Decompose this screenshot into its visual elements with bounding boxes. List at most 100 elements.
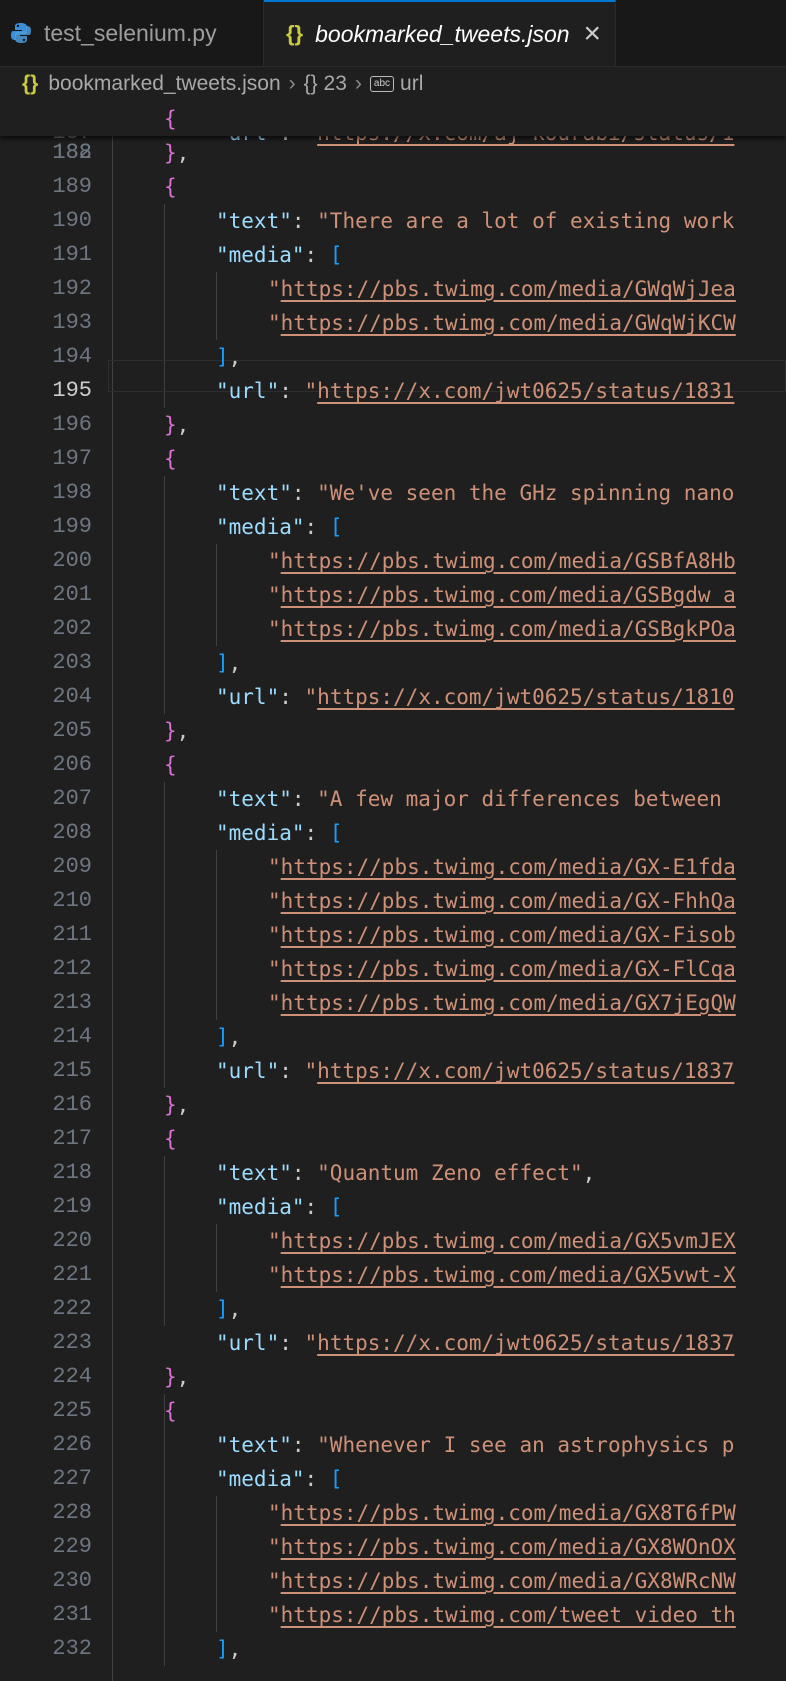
code-line[interactable]: 215 "url": "https://x.com/jwt0625/status/…: [0, 1054, 786, 1088]
close-icon[interactable]: ×: [584, 17, 602, 51]
code-line[interactable]: 222],: [0, 1292, 786, 1326]
code-line[interactable]: 207 "text": "A few major differences betw…: [0, 782, 786, 816]
line-number: 201: [52, 582, 92, 607]
line-number: 194: [52, 344, 92, 369]
code-text: {: [164, 447, 177, 471]
code-line[interactable]: 205},: [0, 714, 786, 748]
line-number: 211: [52, 922, 92, 947]
code-line[interactable]: 219 "media": [: [0, 1190, 786, 1224]
code-line[interactable]: 189{: [0, 170, 786, 204]
code-line[interactable]: 220 "https://pbs.twimg.com/media/GX5vmJEX: [0, 1224, 786, 1258]
code-text: {: [164, 753, 177, 777]
line-number: 229: [52, 1534, 92, 1559]
sticky-scroll-line[interactable]: 182 {: [0, 102, 786, 165]
code-line[interactable]: 204 "url": "https://x.com/jwt0625/status/…: [0, 680, 786, 714]
line-number: 230: [52, 1568, 92, 1593]
code-line[interactable]: 201 "https://pbs.twimg.com/media/GSBgdw_a: [0, 578, 786, 612]
line-number: 221: [52, 1262, 92, 1287]
code-line[interactable]: 200 "https://pbs.twimg.com/media/GSBfA8Hb: [0, 544, 786, 578]
code-text: "https://pbs.twimg.com/media/GSBgdw_a: [268, 583, 736, 607]
code-line[interactable]: 202 "https://pbs.twimg.com/media/GSBgkPOa: [0, 612, 786, 646]
line-number: 200: [52, 548, 92, 573]
code-line[interactable]: 197 {: [0, 442, 786, 476]
code-line[interactable]: 229 "https://pbs.twimg.com/media/GX8WOnOX: [0, 1530, 786, 1564]
code-line[interactable]: 223 "url": "https://x.com/jwt0625/status/…: [0, 1326, 786, 1360]
line-number: 202: [52, 616, 92, 641]
code-text: "https://pbs.twimg.com/media/GX8T6fPW: [268, 1501, 736, 1525]
code-text: "media": [: [216, 1467, 343, 1491]
code-line[interactable]: 226 "text": "Whenever I see an astrophysi…: [0, 1428, 786, 1462]
code-line[interactable]: 188},: [0, 136, 786, 170]
code-text: "https://pbs.twimg.com/media/GWqWjJea: [268, 277, 736, 301]
code-editor[interactable]: 187"url": "https://x.com/aj_kourabi/stat…: [0, 102, 786, 1681]
code-text: "media": [: [216, 1195, 343, 1219]
breadcrumb-file[interactable]: bookmarked_tweets.json: [48, 72, 280, 96]
line-number: 204: [52, 684, 92, 709]
code-line[interactable]: 212 "https://pbs.twimg.com/media/GX-FlCqa: [0, 952, 786, 986]
code-text: "https://pbs.twimg.com/media/GX5vmJEX: [268, 1229, 736, 1253]
breadcrumb-key[interactable]: url: [400, 72, 423, 96]
line-number: 227: [52, 1466, 92, 1491]
code-line[interactable]: 231 "https://pbs.twimg.com/tweet_video_th: [0, 1598, 786, 1632]
code-line[interactable]: 190 "text": "There are a lot of existing …: [0, 204, 786, 238]
code-line[interactable]: 195 "url": "https://x.com/jwt0625/status/…: [0, 374, 786, 408]
code-text: "https://pbs.twimg.com/media/GX-E1fda: [268, 855, 736, 879]
line-number: 210: [52, 888, 92, 913]
code-line[interactable]: 193 "https://pbs.twimg.com/media/GWqWjKCW: [0, 306, 786, 340]
line-number: 196: [52, 412, 92, 437]
code-line[interactable]: 221 "https://pbs.twimg.com/media/GX5vwt-X: [0, 1258, 786, 1292]
code-text: "media": [: [216, 821, 343, 845]
line-number: 215: [52, 1058, 92, 1083]
code-line[interactable]: 206 {: [0, 748, 786, 782]
code-line[interactable]: 227 "media": [: [0, 1462, 786, 1496]
code-text: ],: [216, 651, 242, 675]
code-line[interactable]: 213 "https://pbs.twimg.com/media/GX7jEgQW: [0, 986, 786, 1020]
code-line[interactable]: 210 "https://pbs.twimg.com/media/GX-FhhQa: [0, 884, 786, 918]
tab-bookmarked-tweets[interactable]: {} bookmarked_tweets.json ×: [264, 0, 616, 66]
code-text: },: [164, 719, 190, 743]
line-number: 195: [52, 378, 92, 403]
line-number: 205: [52, 718, 92, 743]
line-number: 212: [52, 956, 92, 981]
code-line[interactable]: 217 {: [0, 1122, 786, 1156]
code-line[interactable]: 198 "text": "We've seen the GHz spinning …: [0, 476, 786, 510]
breadcrumb: {} bookmarked_tweets.json › {} 23 › abc …: [0, 66, 786, 102]
line-number: 209: [52, 854, 92, 879]
line-number: 203: [52, 650, 92, 675]
code-line[interactable]: 191 "media": [: [0, 238, 786, 272]
code-line[interactable]: 214],: [0, 1020, 786, 1054]
code-line[interactable]: 199 "media": [: [0, 510, 786, 544]
breadcrumb-object[interactable]: {} 23: [304, 72, 347, 96]
code-line[interactable]: 211 "https://pbs.twimg.com/media/GX-Fisob: [0, 918, 786, 952]
code-text: "https://pbs.twimg.com/media/GX-Fisob: [268, 923, 736, 947]
code-text: },: [164, 1093, 190, 1117]
code-line[interactable]: 225 {: [0, 1394, 786, 1428]
code-text: "https://pbs.twimg.com/tweet_video_th: [268, 1603, 736, 1627]
line-number: 224: [52, 1364, 92, 1389]
code-line[interactable]: 196},: [0, 408, 786, 442]
code-text: },: [164, 413, 190, 437]
tab-test-selenium[interactable]: test_selenium.py: [0, 0, 264, 66]
code-line[interactable]: 228 "https://pbs.twimg.com/media/GX8T6fPW: [0, 1496, 786, 1530]
code-line[interactable]: 230 "https://pbs.twimg.com/media/GX8WRcNW: [0, 1564, 786, 1598]
line-number: 217: [52, 1126, 92, 1151]
line-number: 182: [52, 140, 92, 165]
code-line[interactable]: 232],: [0, 1632, 786, 1666]
line-number: 213: [52, 990, 92, 1015]
code-line[interactable]: 208 "media": [: [0, 816, 786, 850]
code-line[interactable]: 192 "https://pbs.twimg.com/media/GWqWjJea: [0, 272, 786, 306]
code-text: "media": [: [216, 515, 343, 539]
code-text: {: [164, 1399, 177, 1423]
line-number: 232: [52, 1636, 92, 1661]
code-line[interactable]: 216},: [0, 1088, 786, 1122]
code-line[interactable]: 224},: [0, 1360, 786, 1394]
code-line[interactable]: 203],: [0, 646, 786, 680]
line-number: 191: [52, 242, 92, 267]
line-number: 206: [52, 752, 92, 777]
code-line[interactable]: 209 "https://pbs.twimg.com/media/GX-E1fda: [0, 850, 786, 884]
code-text: "url": "https://x.com/jwt0625/status/183…: [216, 379, 735, 403]
code-line[interactable]: 218 "text": "Quantum Zeno effect",: [0, 1156, 786, 1190]
tab-label: bookmarked_tweets.json: [315, 20, 570, 47]
code-line[interactable]: 194],: [0, 340, 786, 374]
code-text: "https://pbs.twimg.com/media/GX7jEgQW: [268, 991, 736, 1015]
